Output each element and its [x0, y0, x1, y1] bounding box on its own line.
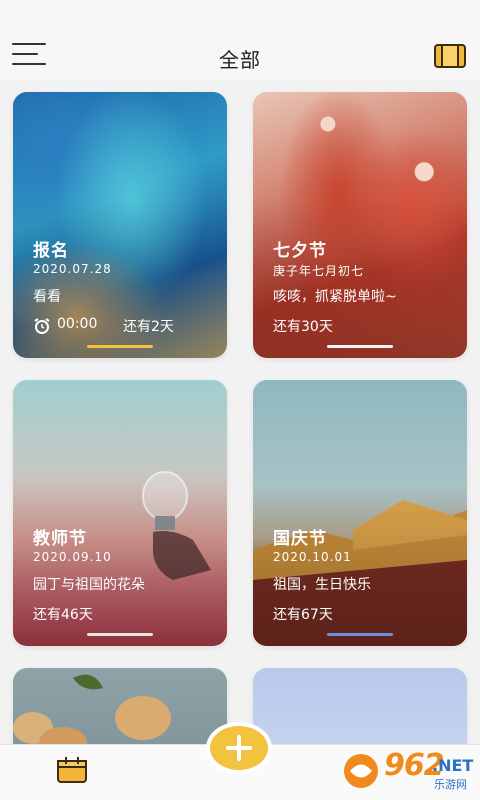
card-title: 报名: [33, 241, 69, 261]
card-remaining-days: 还有67天: [273, 607, 333, 623]
event-card-qixi[interactable]: 七夕节 庚子年七月初七 咳咳，抓紧脱单啦~ 还有30天: [253, 92, 467, 358]
card-date: 2020.07.28: [33, 262, 112, 276]
card-title: 七夕节: [273, 241, 327, 261]
event-card-guoqing[interactable]: 国庆节 2020.10.01 祖国，生日快乐 还有67天: [253, 380, 467, 646]
add-event-button[interactable]: [206, 722, 272, 774]
page-title: 全部: [219, 48, 261, 72]
event-card-jiaoshi[interactable]: 教师节 2020.09.10 园丁与祖国的花朵 还有46天: [13, 380, 227, 646]
calendar-icon[interactable]: [56, 756, 88, 784]
card-note: 看看: [33, 289, 61, 305]
app-root: 全部 报名 2020.07.28 看看 00:00 还有2天 七夕节 庚子年七月…: [0, 0, 480, 800]
alarm-clock-icon: [33, 318, 51, 334]
watermark-emblem-icon: [344, 754, 378, 788]
site-watermark-logo: 962 .NET 乐游网: [338, 748, 474, 794]
card-remaining-days: 还有46天: [33, 607, 93, 623]
event-card-baoming[interactable]: 报名 2020.07.28 看看 00:00 还有2天: [13, 92, 227, 358]
card-note: 咳咳，抓紧脱单啦~: [273, 289, 397, 305]
card-date: 庚子年七月初七: [273, 264, 365, 278]
card-title: 教师节: [33, 529, 87, 549]
card-remaining-days: 还有30天: [273, 319, 333, 335]
card-date: 2020.10.01: [273, 550, 352, 564]
card-indicator: [327, 345, 393, 348]
card-indicator: [87, 633, 153, 636]
watermark-suffix: .NET: [432, 756, 474, 775]
wallet-icon[interactable]: [434, 44, 466, 68]
watermark-subtitle: 乐游网: [434, 778, 467, 791]
top-bar: 全部: [0, 0, 480, 80]
card-title: 国庆节: [273, 529, 327, 549]
card-time: 00:00: [57, 316, 98, 332]
plus-icon: [226, 735, 252, 761]
card-remaining-days: 还有2天: [123, 319, 174, 335]
card-note: 园丁与祖国的花朵: [33, 577, 145, 593]
card-date: 2020.09.10: [33, 550, 112, 564]
card-indicator: [87, 345, 153, 348]
card-indicator: [327, 633, 393, 636]
card-note: 祖国，生日快乐: [273, 577, 371, 593]
